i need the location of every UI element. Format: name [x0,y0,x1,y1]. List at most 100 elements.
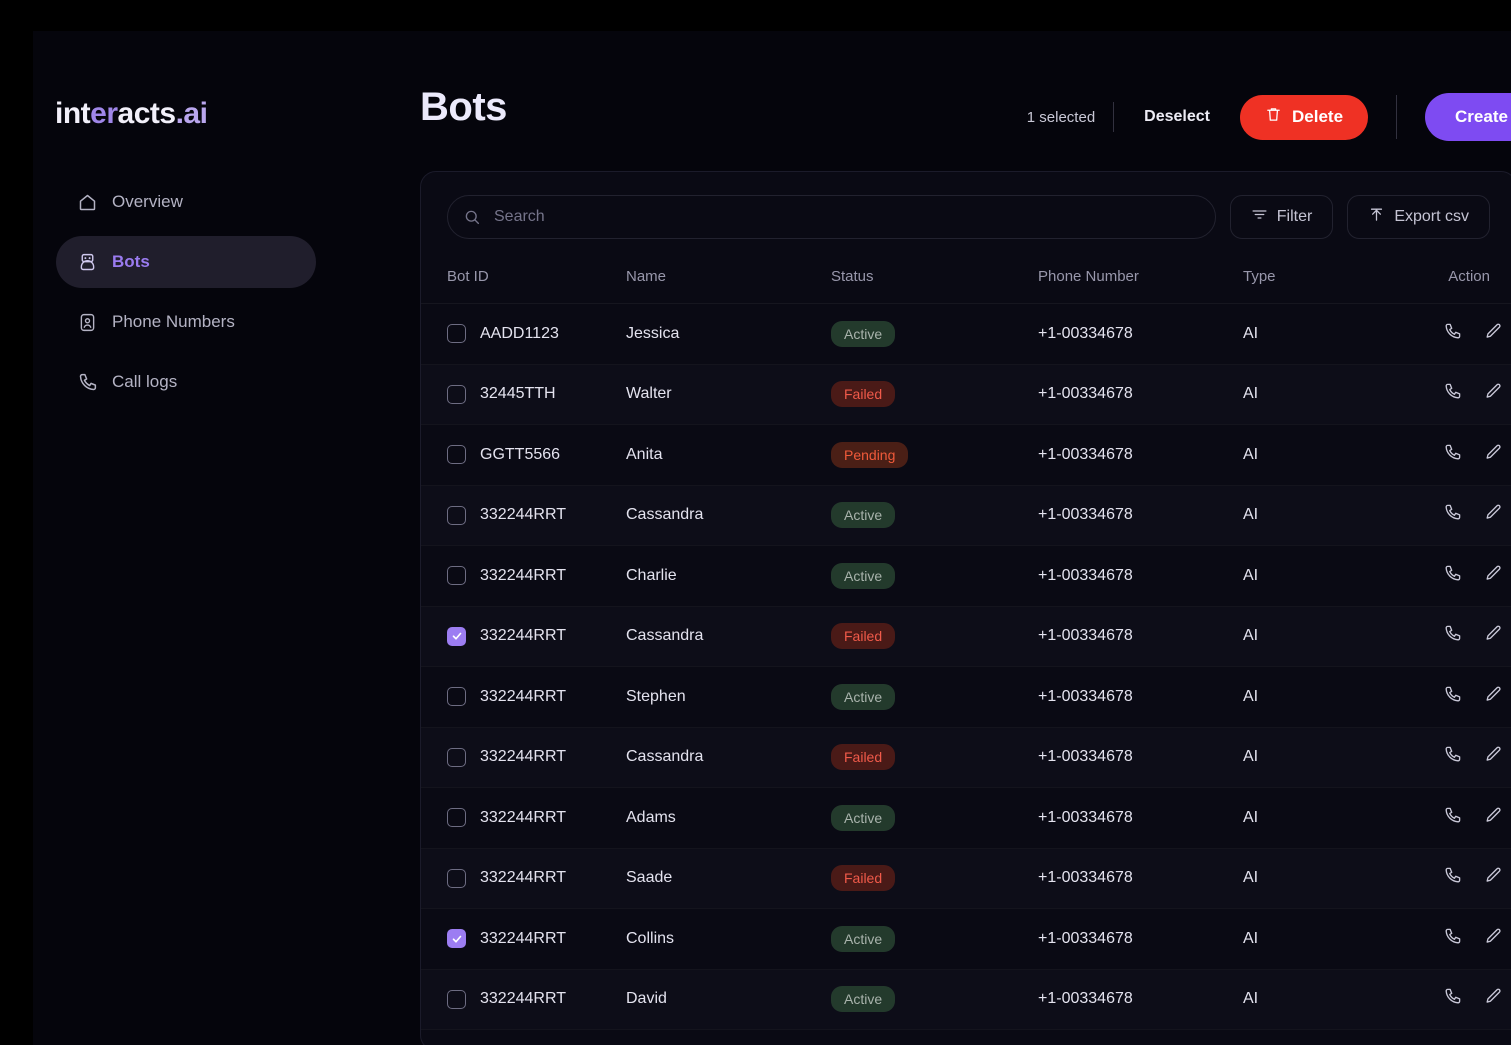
table-row[interactable]: AADD1123 Jessica Active +1-00334678 AI [421,304,1511,365]
sidebar-item-phone-numbers[interactable]: Phone Numbers [56,296,316,348]
cell-status: Failed [831,606,1038,667]
table-row[interactable]: 332244RRT Collins Active +1-00334678 AI [421,909,1511,970]
sidebar-item-call-logs[interactable]: Call logs [56,356,316,408]
selected-count-label: 1 selected [1026,108,1096,126]
edit-icon[interactable] [1484,503,1503,522]
row-checkbox[interactable] [447,808,466,828]
table-row[interactable]: 332244RRT Cassandra Failed +1-00334678 AI [421,606,1511,667]
home-icon [76,191,98,213]
table-row[interactable]: 32445TTH Walter Failed +1-00334678 AI [421,364,1511,425]
row-checkbox[interactable] [447,566,466,586]
deselect-button[interactable]: Deselect [1114,108,1240,126]
bot-id-value: 332244RRT [480,748,566,766]
call-icon[interactable] [1443,806,1462,825]
edit-icon[interactable] [1484,443,1503,462]
search-input[interactable] [447,195,1216,239]
cell-name: Walter [626,364,831,425]
edit-icon[interactable] [1484,382,1503,401]
edit-icon[interactable] [1484,745,1503,764]
phone-number-value: +1-00334678 [1038,385,1133,403]
cell-name: David [626,969,831,1030]
cell-name: Charlie [626,546,831,607]
cell-action [1443,485,1511,546]
phone-number-value: +1-00334678 [1038,324,1133,342]
cell-status: Active [831,304,1038,365]
column-header-phone-number[interactable]: Phone Number [1038,260,1243,304]
status-badge: Active [831,804,896,831]
call-icon[interactable] [1443,564,1462,583]
call-icon[interactable] [1443,382,1462,401]
row-checkbox[interactable] [447,868,466,888]
row-checkbox[interactable] [447,687,466,707]
status-badge: Active [831,925,896,952]
edit-icon[interactable] [1484,987,1503,1006]
edit-icon[interactable] [1484,564,1503,583]
filter-button[interactable]: Filter [1229,195,1334,239]
table-row[interactable]: 332244RRT Adams Active +1-00334678 AI [421,788,1511,849]
call-icon[interactable] [1443,927,1462,946]
name-value: Cassandra [626,748,704,766]
cell-action [1443,667,1511,728]
cell-bot-id: 332244RRT [421,485,626,546]
edit-icon[interactable] [1484,927,1503,946]
table-row[interactable]: 332244RRT Stephen Active +1-00334678 AI [421,667,1511,728]
type-value: AI [1243,990,1259,1008]
app-frame: interacts.ai Overview Bots Phone Numbers… [33,31,1511,1045]
call-icon[interactable] [1443,745,1462,764]
table-row[interactable]: 332244RRT David Active +1-00334678 AI [421,969,1511,1030]
cell-bot-id: 332244RRT [421,788,626,849]
name-value: Saade [626,869,673,887]
table-row[interactable]: 332244RRT Cassandra Active +1-00334678 AI [421,485,1511,546]
table-header-row: Bot ID Name Status Phone Number Type Act… [421,260,1511,304]
export-csv-button[interactable]: Export csv [1347,195,1490,239]
contact-card-icon [76,311,98,333]
cell-action [1443,909,1511,970]
status-badge: Active [831,986,896,1013]
row-checkbox[interactable] [447,626,466,646]
phone-number-value: +1-00334678 [1038,748,1133,766]
call-icon[interactable] [1443,866,1462,885]
type-value: AI [1243,929,1259,947]
table-row[interactable]: 332244RRT Saade Failed +1-00334678 AI [421,848,1511,909]
filter-icon [1251,206,1268,228]
call-icon[interactable] [1443,322,1462,341]
column-header-name[interactable]: Name [626,260,831,304]
call-icon[interactable] [1443,987,1462,1006]
create-bot-button[interactable]: Create Bot [1425,93,1511,141]
call-icon[interactable] [1443,503,1462,522]
row-checkbox[interactable] [447,445,466,465]
column-header-status[interactable]: Status [831,260,1038,304]
table-row[interactable]: GGTT5566 Anita Pending +1-00334678 AI [421,425,1511,485]
sidebar-item-bots[interactable]: Bots [56,236,316,288]
sidebar-item-overview[interactable]: Overview [56,176,316,228]
edit-icon[interactable] [1484,685,1503,704]
cell-type: AI [1243,788,1443,849]
edit-icon[interactable] [1484,806,1503,825]
sidebar-item-label: Call logs [112,372,178,391]
type-value: AI [1243,869,1259,887]
column-header-type[interactable]: Type [1243,260,1443,304]
row-checkbox[interactable] [447,929,466,949]
call-icon[interactable] [1443,624,1462,643]
delete-button-label: Delete [1292,107,1344,126]
cell-action [1443,546,1511,607]
edit-icon[interactable] [1484,866,1503,885]
call-icon[interactable] [1443,685,1462,704]
cell-phone-number: +1-00334678 [1038,606,1243,667]
cell-name: Cassandra [626,606,831,667]
row-checkbox[interactable] [447,324,466,344]
table-row[interactable]: 332244RRT Charlie Active +1-00334678 AI [421,546,1511,607]
call-icon[interactable] [1443,443,1462,462]
table-row[interactable]: 332244RRT Cassandra Failed +1-00334678 AI [421,727,1511,788]
row-checkbox[interactable] [447,384,466,404]
delete-button[interactable]: Delete [1240,94,1369,140]
column-header-action: Action [1443,260,1511,304]
row-checkbox[interactable] [447,505,466,525]
row-checkbox[interactable] [447,989,466,1009]
edit-icon[interactable] [1484,322,1503,341]
cell-type: AI [1243,304,1443,365]
sidebar-item-label: Bots [112,252,150,271]
edit-icon[interactable] [1484,624,1503,643]
column-header-bot-id[interactable]: Bot ID [421,260,626,304]
row-checkbox[interactable] [447,747,466,767]
